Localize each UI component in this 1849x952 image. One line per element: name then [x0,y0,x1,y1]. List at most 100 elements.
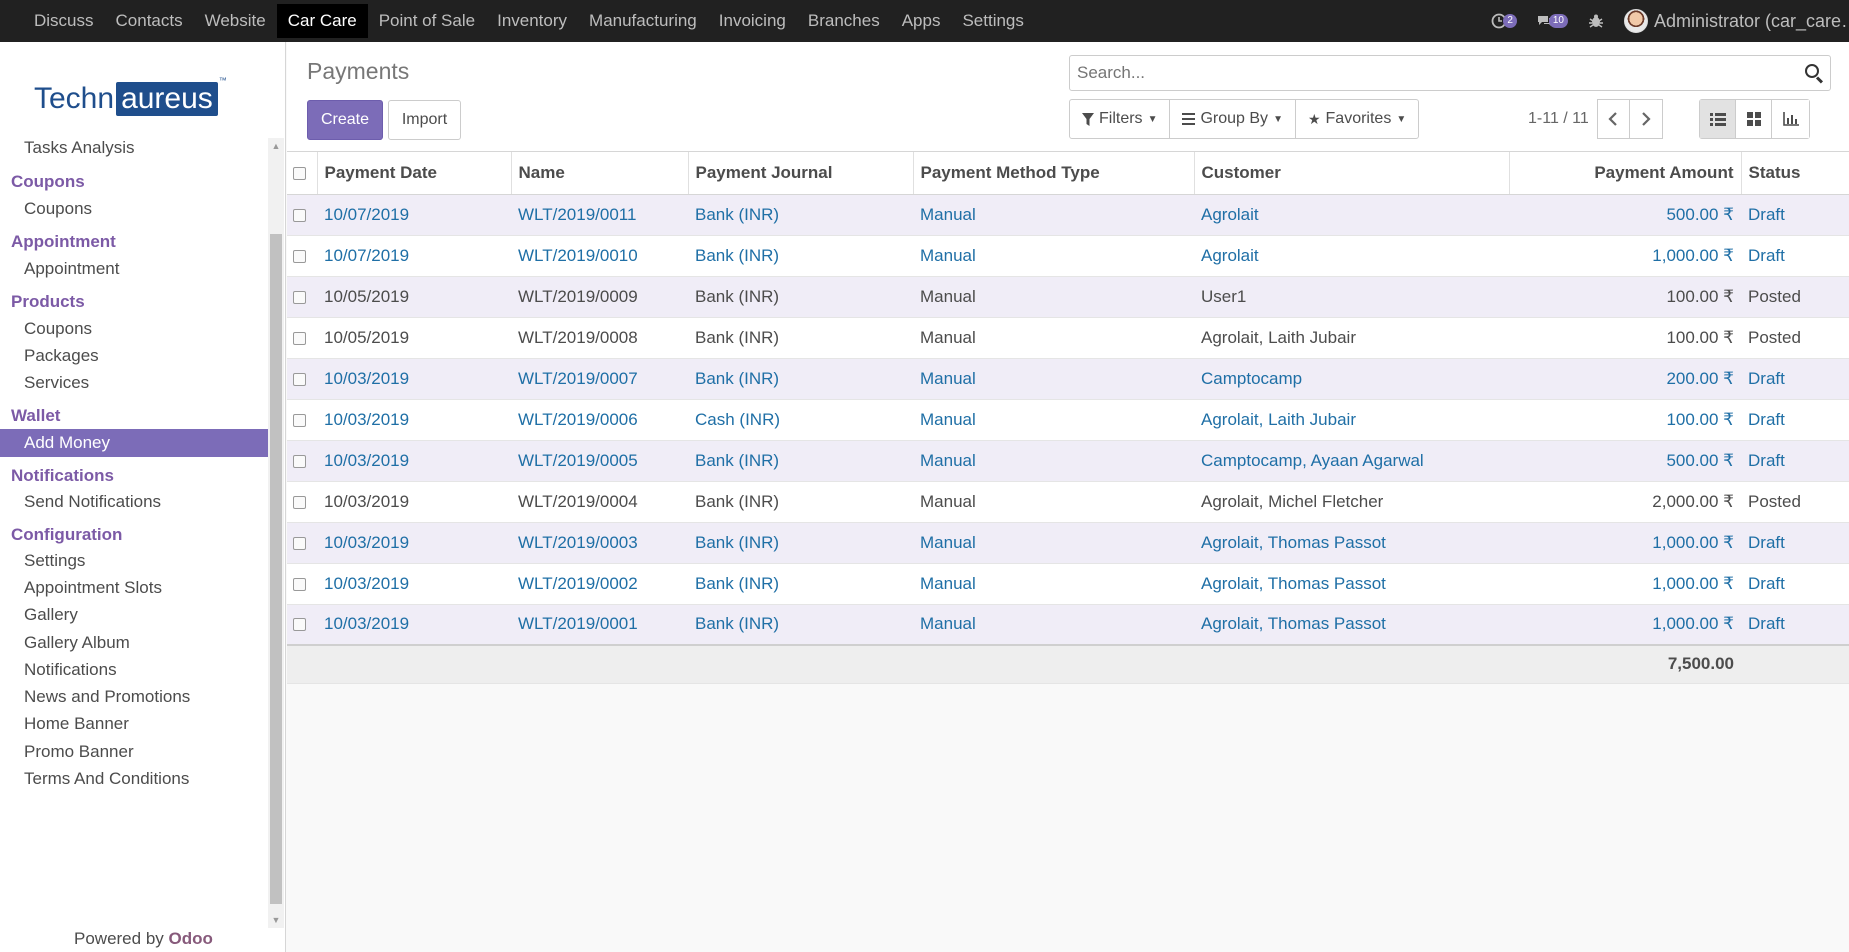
row-select-checkbox[interactable] [287,522,317,564]
row-select-checkbox[interactable] [287,563,317,605]
search-input[interactable] [1077,63,1777,83]
payment-journal-cell: Bank (INR) [688,358,913,400]
pager-previous-button[interactable] [1596,99,1630,139]
table-row[interactable]: 10/05/2019 WLT/2019/0009 Bank (INR) Manual U… [287,276,1849,318]
scroll-down-arrow-icon[interactable]: ▼ [268,912,284,928]
list-view-button[interactable] [1700,100,1736,138]
import-button[interactable]: Import [388,100,461,140]
pager-next-button[interactable] [1629,99,1663,139]
sidebar-item-appointment[interactable]: Appointment [0,255,268,283]
row-select-checkbox[interactable] [287,194,317,236]
sidebar-item-tasks-analysis[interactable]: Tasks Analysis [0,138,268,162]
payment-date-cell: 10/03/2019 [317,358,511,400]
sidebar-item-coupons[interactable]: Coupons [0,195,268,223]
column-header-payment-method-type[interactable]: Payment Method Type [913,152,1195,195]
nav-item-manufacturing[interactable]: Manufacturing [578,0,708,42]
name-cell: WLT/2019/0008 [511,317,688,359]
payment-amount-cell: 100.00 ₹ [1509,399,1741,441]
table-row[interactable]: 10/03/2019 WLT/2019/0006 Cash (INR) Manual A… [287,399,1849,441]
sidebar-section-products: Products [11,292,85,311]
column-header-status[interactable]: Status [1741,152,1849,195]
favorites-button[interactable]: ★ Favorites ▼ [1296,100,1418,138]
sidebar-item-gallery-album[interactable]: Gallery Album [0,629,268,657]
odoo-link[interactable]: Odoo [169,929,213,948]
row-select-checkbox[interactable] [287,399,317,441]
sidebar-item-packages[interactable]: Packages [0,342,268,370]
kanban-view-button[interactable] [1736,100,1772,138]
table-row[interactable]: 10/03/2019 WLT/2019/0003 Bank (INR) Manual A… [287,522,1849,564]
table-row[interactable]: 10/07/2019 WLT/2019/0011 Bank (INR) Manual A… [287,194,1849,236]
search-icon[interactable] [1804,63,1824,84]
payments-list: Payment Date Name Payment Journal Paymen… [287,152,1849,684]
activity-icon[interactable]: 2 [1491,13,1517,29]
nav-item-branches[interactable]: Branches [797,0,891,42]
debug-icon[interactable] [1588,13,1604,29]
sidebar-item-home-banner[interactable]: Home Banner [0,710,268,738]
table-row[interactable]: 10/03/2019 WLT/2019/0007 Bank (INR) Manual C… [287,358,1849,400]
user-menu[interactable]: Administrator (car_care… [1624,9,1849,33]
row-select-checkbox[interactable] [287,317,317,359]
row-select-checkbox[interactable] [287,358,317,400]
sidebar-item-appointment-slots[interactable]: Appointment Slots [0,574,268,602]
status-cell: Draft [1741,563,1849,605]
table-row[interactable]: 10/07/2019 WLT/2019/0010 Bank (INR) Manual A… [287,235,1849,277]
table-row[interactable]: 10/05/2019 WLT/2019/0008 Bank (INR) Manual A… [287,317,1849,359]
sidebar-item-news-and-promotions[interactable]: News and Promotions [0,683,268,711]
row-select-checkbox[interactable] [287,235,317,277]
payment-method-type-cell: Manual [913,399,1194,441]
select-all-checkbox[interactable] [287,152,318,195]
column-header-payment-amount[interactable]: Payment Amount [1509,152,1742,195]
row-select-checkbox[interactable] [287,481,317,523]
row-select-checkbox[interactable] [287,604,317,646]
nav-item-point-of-sale[interactable]: Point of Sale [368,0,486,42]
status-cell: Draft [1741,522,1849,564]
payment-date-cell: 10/03/2019 [317,399,511,441]
table-row[interactable]: 10/03/2019 WLT/2019/0005 Bank (INR) Manual C… [287,440,1849,482]
nav-item-car-care[interactable]: Car Care [276,4,368,38]
sidebar-item-add-money[interactable]: Add Money [0,429,268,457]
sidebar-item-terms-and-conditions[interactable]: Terms And Conditions [0,765,268,793]
nav-item-discuss[interactable]: Discuss [23,0,105,42]
column-header-payment-journal[interactable]: Payment Journal [688,152,914,195]
scroll-thumb[interactable] [270,234,282,904]
sidebar-item-settings[interactable]: Settings [0,547,268,575]
search-box [1069,55,1831,91]
nav-item-contacts[interactable]: Contacts [105,0,194,42]
payment-journal-cell: Bank (INR) [688,317,913,359]
row-select-checkbox[interactable] [287,276,317,318]
column-header-customer[interactable]: Customer [1194,152,1510,195]
star-icon: ★ [1307,110,1321,127]
payment-date-cell: 10/03/2019 [317,522,511,564]
payment-method-type-cell: Manual [913,235,1194,277]
name-cell: WLT/2019/0005 [511,440,688,482]
nav-item-inventory[interactable]: Inventory [486,0,578,42]
table-row[interactable]: 10/03/2019 WLT/2019/0004 Bank (INR) Manual A… [287,481,1849,523]
row-select-checkbox[interactable] [287,440,317,482]
nav-item-settings[interactable]: Settings [951,0,1034,42]
sidebar-item-gallery[interactable]: Gallery [0,601,268,629]
column-header-payment-date[interactable]: Payment Date [317,152,512,195]
sidebar-item-send-notifications[interactable]: Send Notifications [0,488,268,516]
table-row[interactable]: 10/03/2019 WLT/2019/0002 Bank (INR) Manual A… [287,563,1849,605]
sidebar-item-services[interactable]: Services [0,369,268,397]
messaging-menu[interactable]: 10 [1537,14,1568,28]
pager-value[interactable]: 1-11 / 11 [1528,110,1589,128]
app-menu: Discuss Contacts Website Car Care Point of S… [0,0,1035,42]
graph-view-button[interactable] [1772,100,1809,138]
company-logo[interactable]: Techn aureus ™ [34,76,249,122]
payment-journal-cell: Cash (INR) [688,399,913,441]
filters-button[interactable]: Filters ▼ [1070,100,1171,138]
nav-item-website[interactable]: Website [194,0,277,42]
sidebar-scrollbar[interactable]: ▲ ▼ [268,138,284,928]
group-by-button[interactable]: Group By ▼ [1170,100,1296,138]
scroll-up-arrow-icon[interactable]: ▲ [268,138,284,154]
create-button[interactable]: Create [307,100,383,140]
table-row[interactable]: 10/03/2019 WLT/2019/0001 Bank (INR) Manual A… [287,604,1849,646]
sidebar-item-promo-banner[interactable]: Promo Banner [0,738,268,766]
nav-item-invoicing[interactable]: Invoicing [708,0,797,42]
column-header-name[interactable]: Name [511,152,689,195]
nav-item-apps[interactable]: Apps [891,0,952,42]
sidebar-item-notifications[interactable]: Notifications [0,656,268,684]
payment-journal-cell: Bank (INR) [688,440,913,482]
sidebar-item-coupons[interactable]: Coupons [0,315,268,343]
